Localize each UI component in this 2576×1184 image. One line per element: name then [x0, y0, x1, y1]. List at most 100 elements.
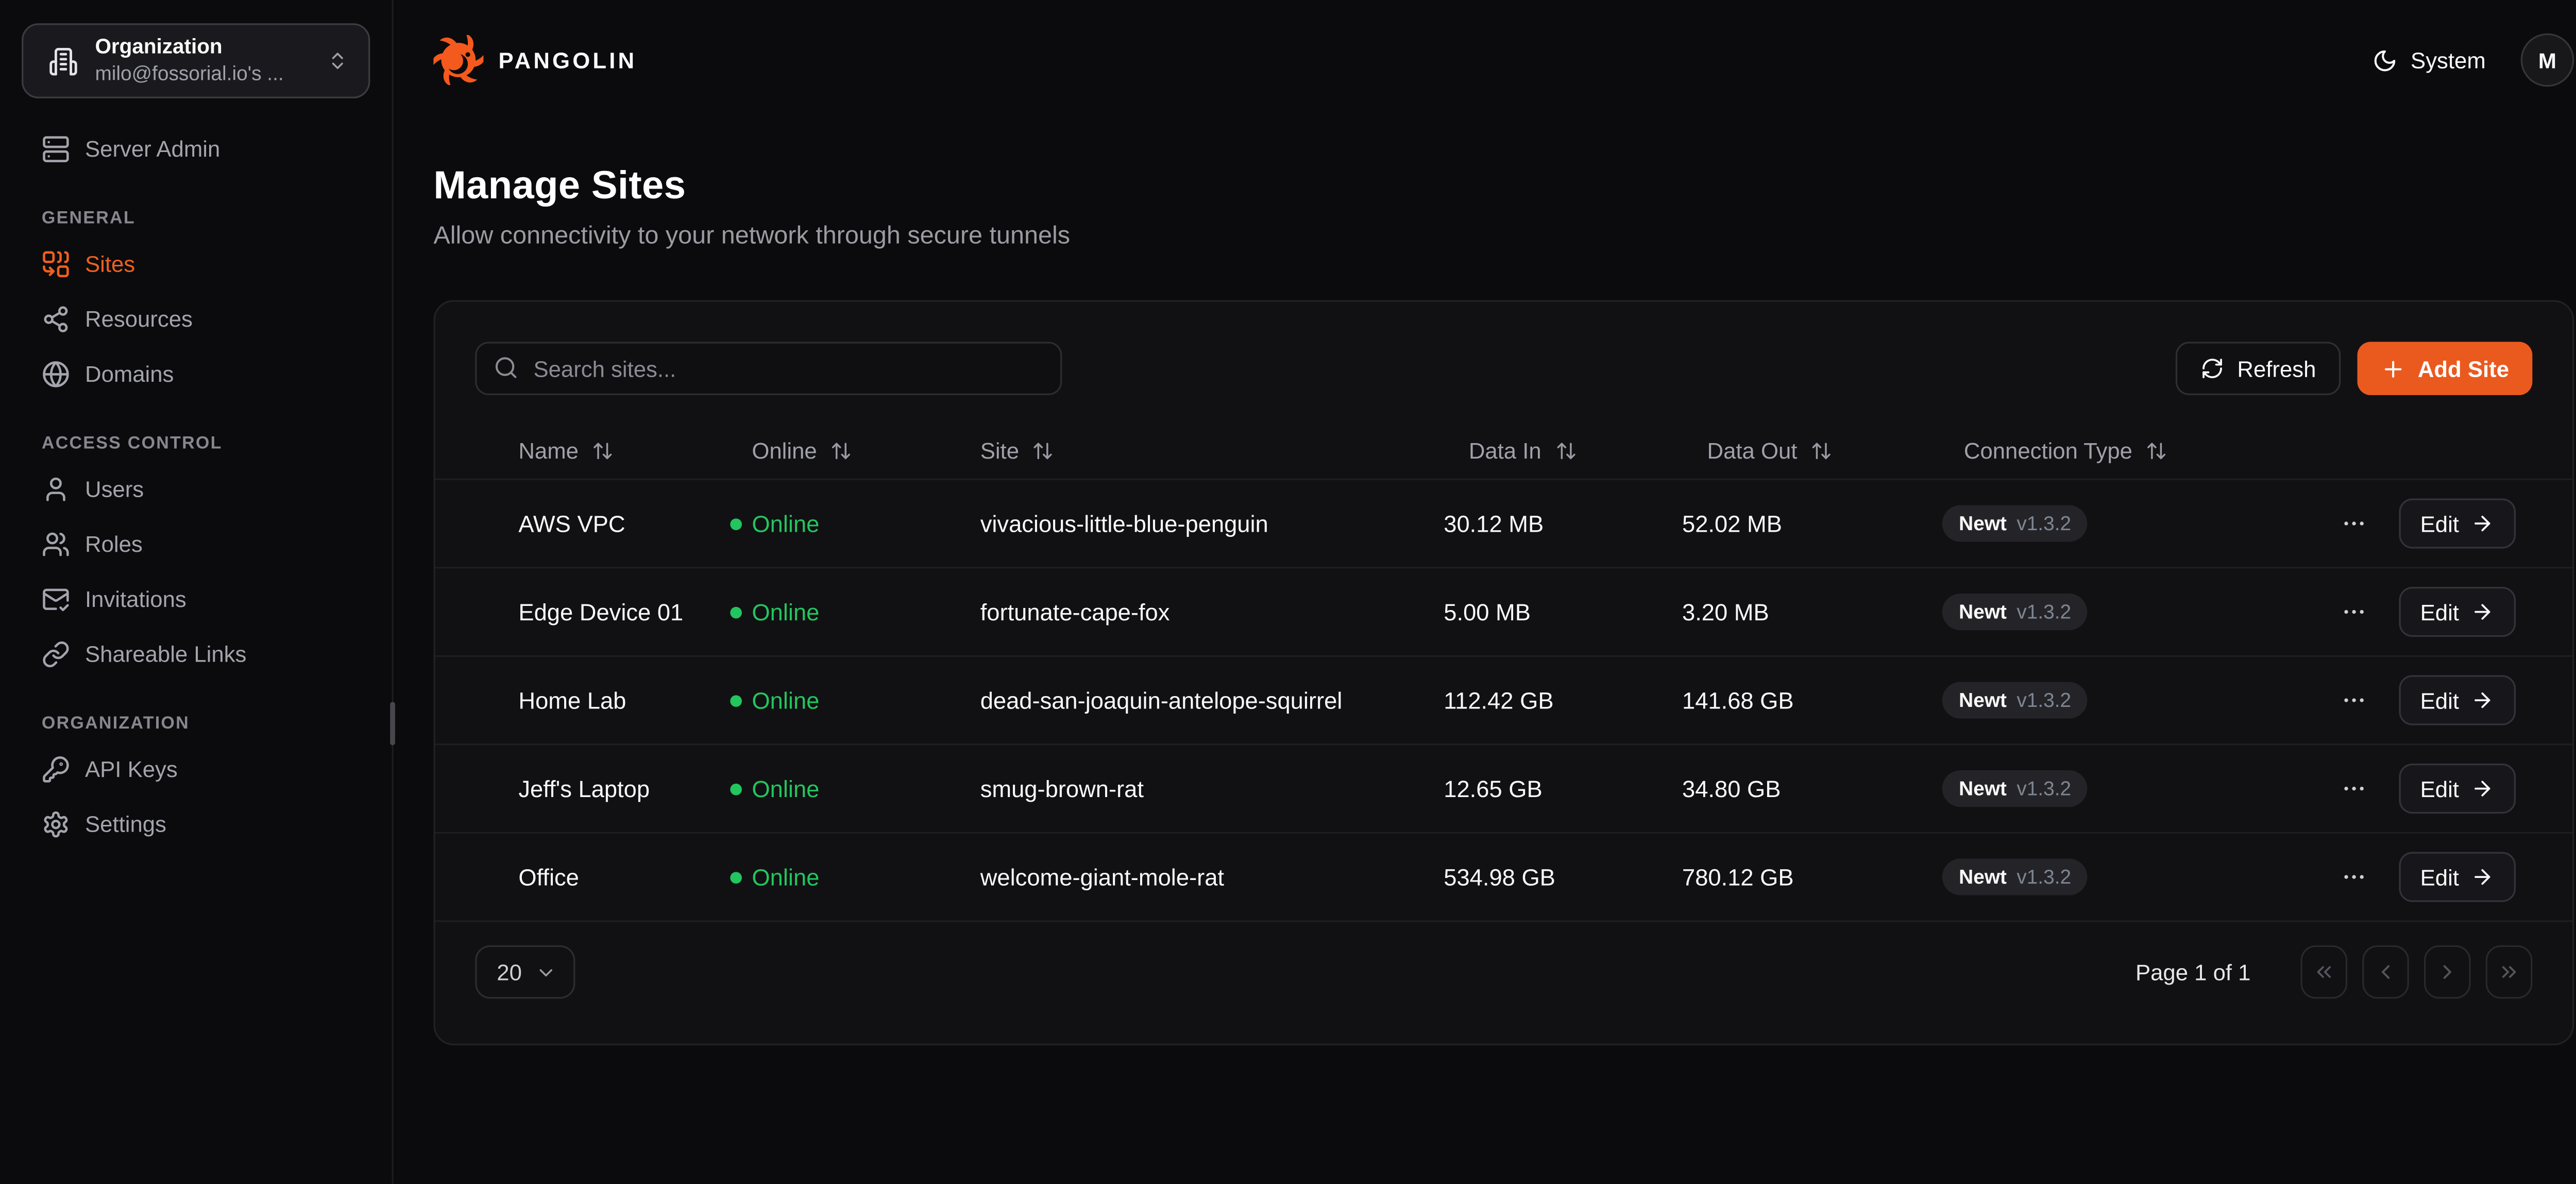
sidebar-item-domains[interactable]: Domains — [20, 347, 372, 402]
version-label: v1.3.2 — [2016, 512, 2071, 535]
column-header-name[interactable]: Name — [518, 438, 613, 464]
column-header-data-in[interactable]: Data In — [1469, 438, 1577, 464]
row-menu-button[interactable] — [2337, 507, 2370, 540]
sidebar-scrollbar-thumb[interactable] — [390, 702, 395, 745]
sidebar-item-api-keys[interactable]: API Keys — [20, 742, 372, 797]
chevrons-up-down-icon — [327, 50, 348, 72]
cell-site: dead-san-joaquin-antelope-squirrel — [980, 687, 1444, 714]
cell-actions: Edit — [2242, 499, 2516, 549]
cell-online: Online — [730, 775, 980, 802]
cell-online: Online — [730, 599, 980, 625]
toolbar-actions: Refresh Add Site — [2176, 342, 2533, 395]
refresh-button[interactable]: Refresh — [2176, 342, 2341, 395]
connection-type-badge: Newtv1.3.2 — [1942, 505, 2088, 542]
cell-online: Online — [730, 687, 980, 714]
brand-name: PANGOLIN — [499, 47, 637, 73]
search-wrap — [475, 342, 1062, 395]
cell-online: Online — [730, 864, 980, 890]
cell-data-in: 112.42 GB — [1444, 687, 1682, 714]
online-status-dot — [730, 871, 742, 883]
column-header-connection-type[interactable]: Connection Type — [1964, 438, 2167, 464]
add-site-label: Add Site — [2418, 356, 2509, 381]
page-status: Page 1 of 1 — [2136, 959, 2250, 985]
sidebar-item-server-admin[interactable]: Server Admin — [20, 122, 372, 177]
cell-data-in: 30.12 MB — [1444, 510, 1682, 537]
column-header-site[interactable]: Site — [980, 438, 1054, 464]
sidebar-item-sites[interactable]: Sites — [20, 236, 372, 292]
cell-site: vivacious-little-blue-penguin — [980, 510, 1444, 537]
brand-link[interactable]: PANGOLIN — [433, 35, 637, 85]
cell-actions: Edit — [2242, 764, 2516, 814]
pagination-controls: Page 1 of 1 — [2136, 945, 2532, 999]
sidebar-item-roles[interactable]: Roles — [20, 517, 372, 572]
column-header-online[interactable]: Online — [752, 438, 852, 464]
sites-table: Name Online Site Data In Data Out Connec… — [435, 425, 2572, 922]
sidebar-item-shareable-links[interactable]: Shareable Links — [20, 627, 372, 682]
edit-button[interactable]: Edit — [2399, 675, 2516, 725]
sidebar-item-label: Shareable Links — [85, 642, 246, 667]
previous-page-button[interactable] — [2362, 945, 2409, 999]
page-subtitle: Allow connectivity to your network throu… — [433, 222, 2574, 250]
sidebar-item-users[interactable]: Users — [20, 462, 372, 517]
row-menu-button[interactable] — [2337, 772, 2370, 805]
column-header-data-out[interactable]: Data Out — [1707, 438, 1833, 464]
first-page-button[interactable] — [2301, 945, 2348, 999]
add-site-button[interactable]: Add Site — [2358, 342, 2532, 395]
sidebar-item-invitations[interactable]: Invitations — [20, 572, 372, 627]
last-page-button[interactable] — [2486, 945, 2533, 999]
online-status-dot — [730, 518, 742, 530]
row-menu-button[interactable] — [2337, 595, 2370, 629]
sites-card: Refresh Add Site Name Online Site Data I… — [433, 300, 2574, 1045]
avatar[interactable]: M — [2521, 33, 2574, 87]
avatar-initial: M — [2538, 47, 2556, 73]
online-status-dot — [730, 606, 742, 618]
organization-text: Organization milo@fossorial.io's ... — [95, 36, 310, 87]
edit-button[interactable]: Edit — [2399, 764, 2516, 814]
connection-type-badge: Newtv1.3.2 — [1942, 858, 2088, 895]
cell-data-out: 52.02 MB — [1682, 510, 1942, 537]
sidebar-item-resources[interactable]: Resources — [20, 292, 372, 347]
pagination-bar: 20 Page 1 of 1 — [475, 945, 2532, 999]
connection-type-badge: Newtv1.3.2 — [1942, 682, 2088, 718]
sort-icon — [1032, 440, 1054, 462]
building-icon — [48, 46, 78, 76]
table-toolbar: Refresh Add Site — [475, 342, 2532, 395]
page-size-value: 20 — [497, 959, 522, 985]
table-row: Home Lab Online dead-san-joaquin-antelop… — [435, 657, 2572, 746]
cell-actions: Edit — [2242, 675, 2516, 725]
sidebar-item-settings[interactable]: Settings — [20, 797, 372, 852]
chevron-right-icon — [2436, 960, 2459, 984]
search-input[interactable] — [475, 342, 1062, 395]
arrow-right-icon — [2471, 600, 2494, 623]
organization-selector[interactable]: Organization milo@fossorial.io's ... — [22, 23, 370, 98]
sidebar-item-label: Roles — [85, 532, 143, 557]
edit-button[interactable]: Edit — [2399, 852, 2516, 902]
sidebar-item-label: Resources — [85, 307, 193, 332]
edit-button[interactable]: Edit — [2399, 499, 2516, 549]
table-row: Office Online welcome-giant-mole-rat 534… — [435, 834, 2572, 922]
arrow-right-icon — [2471, 865, 2494, 888]
topbar-right: System M — [2372, 33, 2574, 87]
sort-icon — [1810, 440, 1832, 462]
cell-actions: Edit — [2242, 587, 2516, 637]
table-row: AWS VPC Online vivacious-little-blue-pen… — [435, 480, 2572, 569]
sidebar-nav: Server Admin GENERAL Sites Resources Dom… — [0, 98, 392, 875]
row-menu-button[interactable] — [2337, 684, 2370, 717]
share-icon — [42, 305, 70, 333]
row-menu-button[interactable] — [2337, 860, 2370, 894]
arrow-right-icon — [2471, 688, 2494, 712]
connection-type-badge: Newtv1.3.2 — [1942, 770, 2088, 807]
chevron-left-icon — [2374, 960, 2397, 984]
next-page-button[interactable] — [2424, 945, 2471, 999]
edit-button[interactable]: Edit — [2399, 587, 2516, 637]
theme-toggle[interactable]: System — [2372, 47, 2486, 73]
cell-name: Office — [518, 864, 730, 890]
cell-site: welcome-giant-mole-rat — [980, 864, 1444, 890]
main-content: PANGOLIN System M Manage Sites Allow con… — [394, 0, 2576, 1184]
page-size-select[interactable]: 20 — [475, 945, 575, 999]
version-label: v1.3.2 — [2016, 688, 2071, 712]
page-header: Manage Sites Allow connectivity to your … — [394, 120, 2576, 250]
sidebar-item-label: Sites — [85, 252, 135, 277]
globe-icon — [42, 360, 70, 388]
online-status-dot — [730, 783, 742, 794]
